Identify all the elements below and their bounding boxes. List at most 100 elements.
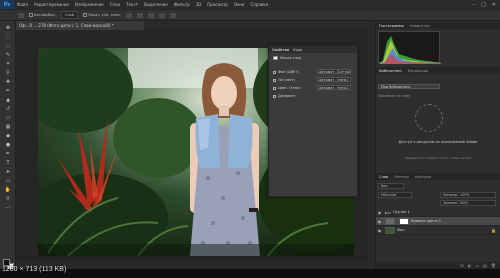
mask-thumbnail	[399, 217, 409, 225]
eraser-tool-icon[interactable]: ▱	[4, 115, 12, 121]
minimize-icon[interactable]: –	[473, 2, 476, 8]
blur-tool-icon[interactable]: ◆	[4, 133, 12, 139]
menu-view[interactable]: Просмотр	[204, 2, 231, 7]
link-layers-icon[interactable]: fx	[460, 263, 464, 268]
new-layer-icon[interactable]: ▤	[483, 263, 487, 268]
fill-field[interactable]: Заливка: 100%	[440, 200, 496, 206]
properties-select[interactable]: Автомат. (тень)	[317, 77, 351, 82]
libraries-sub-message: Перейдите в Creative Cloud, чтобы начать	[404, 156, 472, 160]
properties-select[interactable]: Автомат. (Сетка)	[317, 69, 351, 74]
opacity-field[interactable]: Непрозр.: 100%	[440, 192, 496, 198]
tab-adjustments[interactable]: Коррекция	[408, 69, 429, 73]
options-bar: Автовыбор: Слой Показ. упр. элем.	[0, 9, 500, 21]
layers-filter-kind[interactable]: Вид	[378, 183, 404, 189]
properties-select[interactable]: Автомат. (тень)	[317, 85, 351, 90]
image-size-caption: 1280 × 713 (113 KB)	[2, 266, 67, 273]
tab-properties[interactable]: Свойства	[272, 48, 289, 52]
marquee-tool-icon[interactable]: ⬚	[4, 34, 12, 40]
menu-type[interactable]: Текст	[123, 2, 141, 7]
tools-panel: ✥ ⬚ ◌ ✎ ⌗ ⚲ ✚ ✏ ▲ ↺ ▱ ▦ ◆ ● ✒ T ➤ ▭ ✋ ⚲ …	[0, 21, 16, 278]
properties-row[interactable]: Фон (ЦВЕТ)	[273, 70, 299, 74]
properties-tabs: Свойства Корр	[269, 46, 357, 53]
gradient-tool-icon[interactable]: ▦	[4, 124, 12, 130]
zoom-tool-icon[interactable]: ⚲	[4, 196, 12, 202]
tab-navigator[interactable]: Навигатор	[410, 24, 430, 28]
history-brush-icon[interactable]: ↺	[4, 106, 12, 112]
distribute-icon[interactable]	[158, 12, 165, 18]
layer-row[interactable]: ◉ Кривые цвета 1	[376, 217, 500, 226]
3d-mode-icon[interactable]	[169, 12, 176, 18]
properties-subtitle-row: Маска слоя	[273, 56, 301, 60]
tab-paths[interactable]: Контуры	[415, 175, 431, 179]
visibility-eye-icon[interactable]: ◉	[376, 228, 383, 233]
document-tab[interactable]: Оф...8 ... 278 (Фото дети c 1, Слой-маск…	[16, 21, 144, 30]
close-icon[interactable]: ✕	[492, 2, 496, 8]
libraries-dropdown[interactable]: Мои библиотеки	[378, 84, 440, 89]
layers-footer: fx ◐ ▭ ▤ 🗑	[376, 262, 500, 269]
quick-select-tool-icon[interactable]: ✎	[4, 52, 12, 58]
layer-row[interactable]: ◉ ▸▭ Группа 1	[376, 208, 500, 217]
rectangle-tool-icon[interactable]: ▭	[4, 178, 12, 184]
crop-tool-icon[interactable]: ⌗	[4, 61, 12, 67]
menu-select[interactable]: Выделение	[141, 2, 171, 7]
histogram-graph	[378, 31, 441, 64]
menu-help[interactable]: Справка	[247, 2, 271, 7]
more-tools-icon[interactable]: ⋯	[4, 205, 12, 211]
layer-thumbnail	[385, 226, 395, 234]
show-controls-label: Показ. упр. элем.	[88, 13, 121, 17]
brush-tool-icon[interactable]: ✏	[4, 88, 12, 94]
type-tool-icon[interactable]: T	[4, 160, 12, 166]
properties-subtitle: Маска слоя	[280, 56, 301, 60]
layer-name: Кривые цвета 1	[411, 219, 441, 223]
tab-histogram[interactable]: Гистограмма	[379, 24, 404, 28]
properties-row-label: Цвет. (тени)	[278, 86, 301, 90]
delete-layer-icon[interactable]: 🗑	[491, 263, 496, 268]
dodge-tool-icon[interactable]: ●	[4, 142, 12, 148]
tab-libraries[interactable]: Библиотеки	[379, 69, 402, 73]
new-group-icon[interactable]: ▭	[475, 263, 479, 268]
menu-edit[interactable]: Редактирование	[31, 2, 72, 7]
libraries-empty-icon	[415, 104, 443, 132]
visibility-eye-icon[interactable]: ◉	[376, 219, 383, 224]
properties-panel: Свойства Корр Маска слоя Фон (ЦВЕТ) Авто…	[268, 45, 358, 197]
eyedropper-tool-icon[interactable]: ⚲	[4, 70, 12, 76]
properties-row[interactable]: Ли (свет)	[273, 78, 295, 82]
visibility-eye-icon[interactable]: ◉	[376, 210, 383, 215]
layer-row[interactable]: ◉ Фон 🔒	[376, 226, 500, 235]
path-select-icon[interactable]: ➤	[4, 169, 12, 175]
menu-file[interactable]: Файл	[14, 2, 31, 7]
histogram-chart	[379, 36, 441, 64]
move-tool-preset-icon[interactable]	[18, 12, 24, 18]
checkbox-icon	[29, 13, 33, 17]
maximize-icon[interactable]: □	[481, 2, 486, 8]
foreground-color-swatch[interactable]	[3, 259, 10, 266]
layer-name: Фон	[397, 228, 405, 232]
pen-tool-icon[interactable]: ✒	[4, 151, 12, 157]
menu-filter[interactable]: Фильтр	[171, 2, 193, 7]
auto-select-dropdown[interactable]: Слой	[60, 11, 79, 19]
clone-stamp-icon[interactable]: ▲	[4, 97, 12, 103]
align-left-icon[interactable]	[125, 12, 132, 18]
tab-channels[interactable]: Каналы	[394, 175, 408, 179]
healing-brush-icon[interactable]: ✚	[4, 79, 12, 85]
menu-image[interactable]: Изображение	[72, 2, 107, 7]
menu-layers[interactable]: Слои	[107, 2, 123, 7]
tab-corrections[interactable]: Корр	[293, 48, 302, 52]
menu-window[interactable]: Окно	[231, 2, 248, 7]
libraries-message: Доступ к ресурсам из приложений Adobe	[398, 140, 478, 144]
add-adjustment-icon[interactable]: ◐	[468, 263, 472, 268]
properties-row[interactable]: Дизеринг	[273, 94, 296, 98]
lasso-tool-icon[interactable]: ◌	[4, 43, 12, 49]
menu-3d[interactable]: 3D	[193, 2, 205, 7]
hand-tool-icon[interactable]: ✋	[4, 187, 12, 193]
align-right-icon[interactable]	[147, 12, 154, 18]
properties-row-label: Фон (ЦВЕТ)	[278, 70, 299, 74]
move-tool-icon[interactable]: ✥	[4, 25, 12, 31]
tab-layers[interactable]: Слои	[379, 175, 388, 179]
auto-select-checkbox[interactable]: Автовыбор:	[29, 13, 56, 17]
align-center-icon[interactable]	[136, 12, 143, 18]
blend-mode-select[interactable]: Обычные	[378, 192, 412, 198]
show-transform-controls[interactable]: Показ. упр. элем.	[83, 13, 121, 17]
properties-row[interactable]: Цвет. (тени)	[273, 86, 301, 90]
layer-name: Группа 1	[392, 210, 410, 214]
